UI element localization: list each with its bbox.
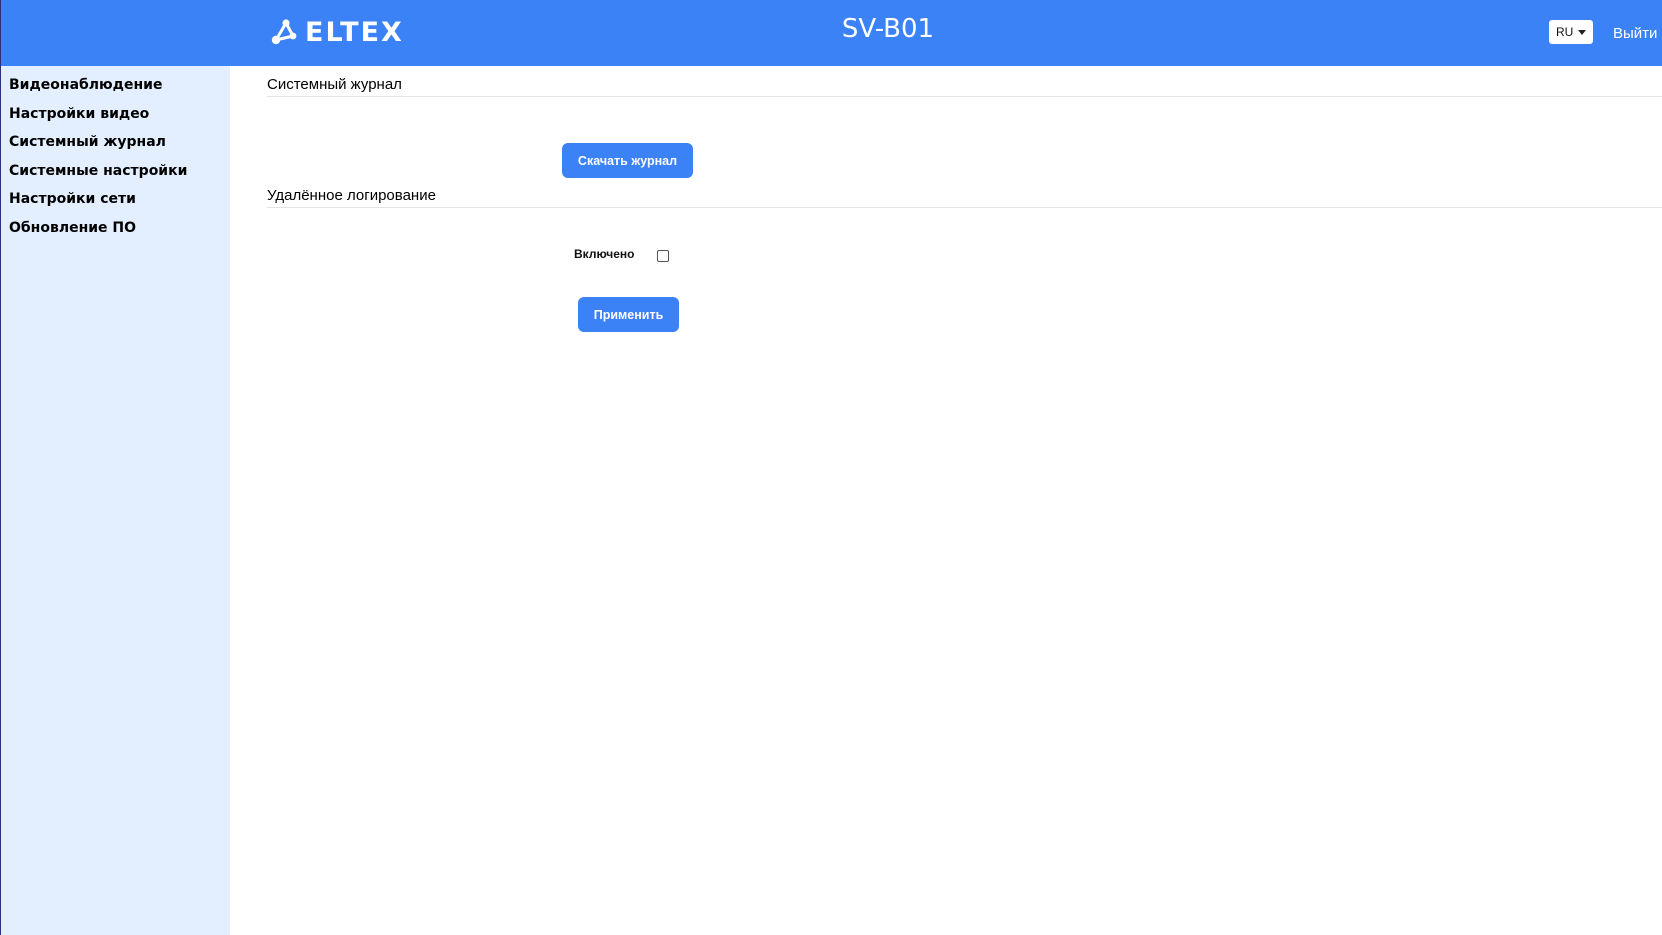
- enabled-label: Включено: [574, 247, 635, 261]
- remote-logging-section-title: Удалённое логирование: [267, 187, 436, 204]
- language-select[interactable]: RU: [1549, 20, 1593, 44]
- language-value: RU: [1556, 25, 1574, 39]
- sidebar-item-video-surveillance[interactable]: Видеонаблюдение: [9, 75, 230, 104]
- apply-button[interactable]: Применить: [578, 297, 679, 332]
- sidebar-item-video-settings[interactable]: Настройки видео: [9, 104, 230, 133]
- main-content: Системный журнал Скачать журнал Удалённо…: [230, 66, 1662, 935]
- syslog-section-title: Системный журнал: [267, 76, 402, 93]
- top-header: ELTEX SV-B01 RU Выйти: [1, 0, 1662, 66]
- enabled-checkbox[interactable]: [657, 250, 669, 262]
- device-title: SV-B01: [841, 14, 935, 44]
- remote-logging-section-divider: [267, 207, 1662, 208]
- sidebar-item-system-log[interactable]: Системный журнал: [9, 132, 230, 161]
- logo-text: ELTEX: [305, 16, 404, 48]
- app-window: ELTEX SV-B01 RU Выйти Видеонаблюдение На…: [0, 0, 1662, 935]
- sidebar-menu: Видеонаблюдение Настройки видео Системны…: [1, 66, 230, 247]
- sidebar-item-system-settings[interactable]: Системные настройки: [9, 161, 230, 190]
- chevron-down-icon: [1578, 30, 1586, 35]
- sidebar-item-firmware-update[interactable]: Обновление ПО: [9, 218, 230, 247]
- syslog-section-divider: [267, 96, 1662, 97]
- sidebar-item-network-settings[interactable]: Настройки сети: [9, 189, 230, 218]
- download-log-button[interactable]: Скачать журнал: [562, 143, 693, 178]
- eltex-logo: ELTEX: [271, 16, 404, 48]
- sidebar: Видеонаблюдение Настройки видео Системны…: [1, 66, 230, 935]
- logout-link[interactable]: Выйти: [1613, 25, 1657, 42]
- eltex-logo-icon: [271, 19, 297, 45]
